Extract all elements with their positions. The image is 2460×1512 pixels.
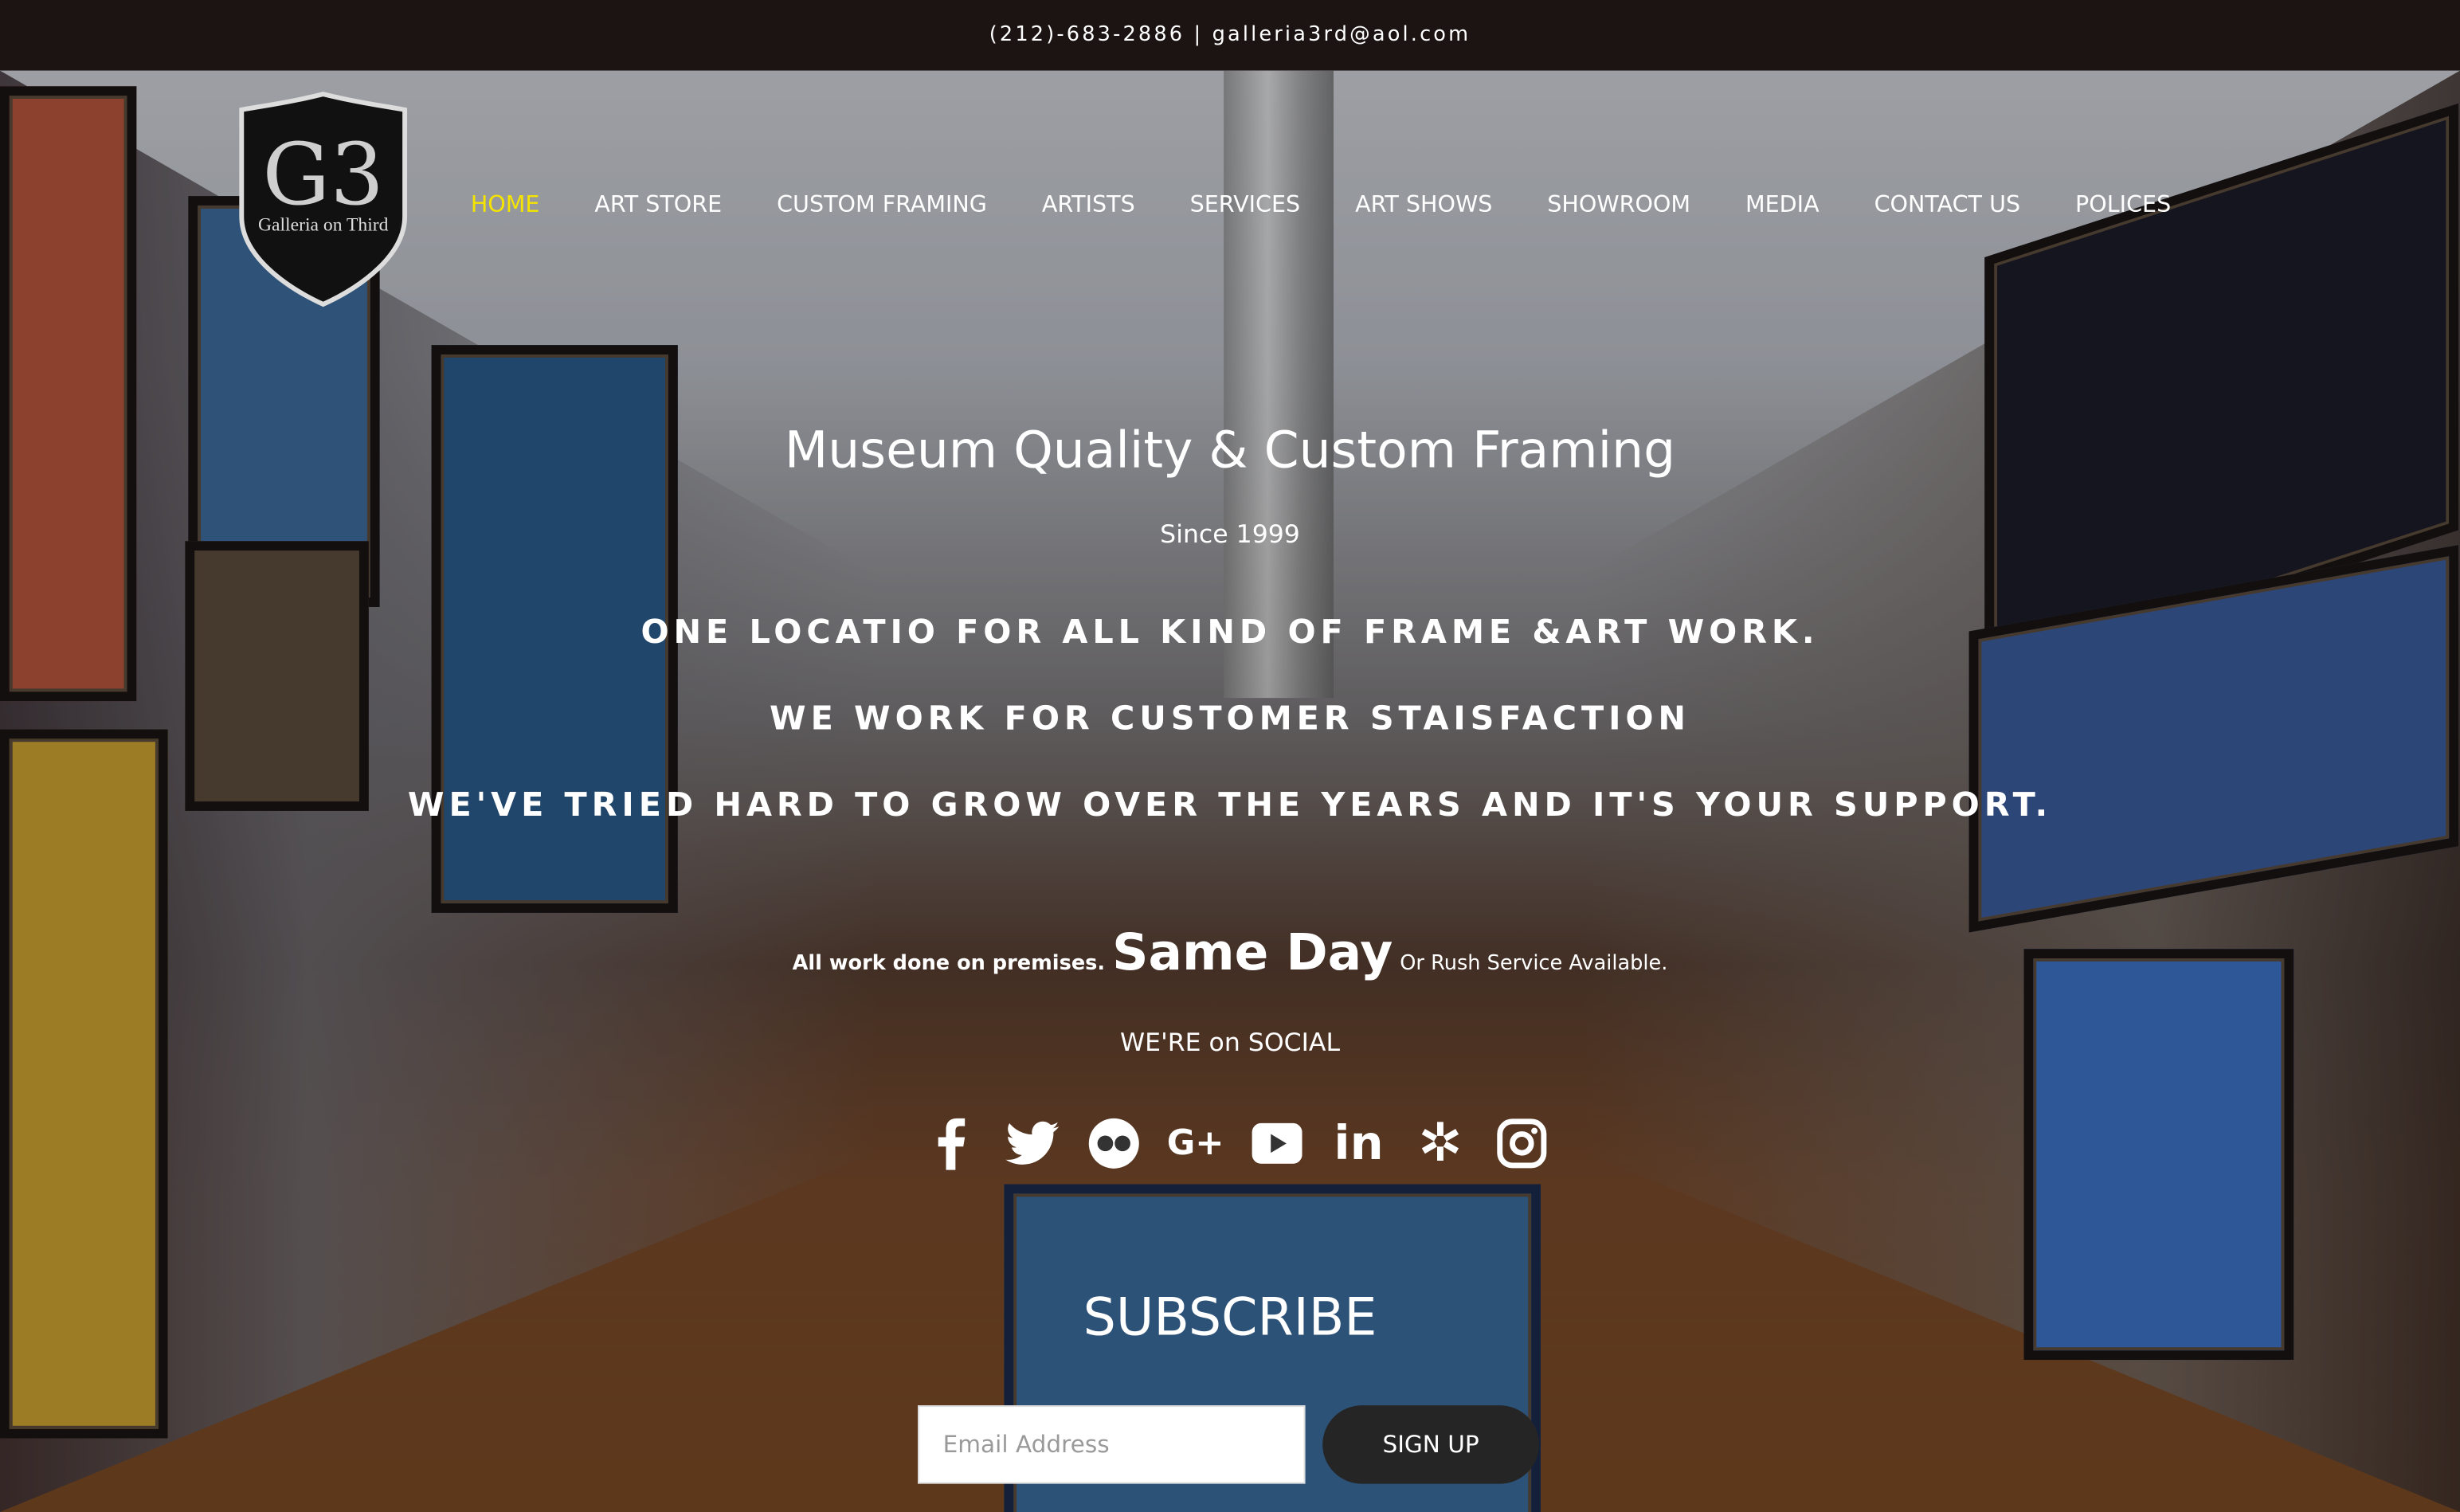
contact-bar: (212)-683-2886 | galleria3rd@aol.com — [0, 0, 2460, 71]
nav-artists[interactable]: ARTISTS — [1042, 193, 1135, 218]
email-input[interactable] — [918, 1405, 1306, 1484]
sign-up-button[interactable]: SIGN UP — [1322, 1405, 1539, 1484]
social-links: G+ in ✲ — [923, 1112, 1550, 1175]
same-day-text: Same Day — [1112, 922, 1393, 982]
nav-custom-framing[interactable]: CUSTOM FRAMING — [777, 193, 987, 218]
premises-text: All work done on premises. — [792, 952, 1106, 976]
nav-contact-us[interactable]: CONTACT US — [1874, 193, 2021, 218]
linkedin-icon[interactable]: in — [1330, 1114, 1387, 1173]
tagline-3: WE'VE TRIED HARD TO GROW OVER THE YEARS … — [407, 785, 2053, 824]
same-day-line: All work done on premises. Same Day Or R… — [0, 922, 2460, 982]
main-nav: HOME ART STORE CUSTOM FRAMING ARTISTS SE… — [471, 193, 2226, 218]
yelp-icon[interactable]: ✲ — [1412, 1112, 1468, 1175]
nav-home[interactable]: HOME — [471, 193, 540, 218]
logo-monogram: G3 — [262, 126, 384, 225]
subscribe-title: SUBSCRIBE — [1083, 1286, 1377, 1348]
social-title: WE'RE on SOCIAL — [1119, 1027, 1341, 1058]
tagline-1: ONE LOCATIO FOR ALL KIND OF FRAME &ART W… — [640, 613, 1820, 652]
galleria-logo[interactable]: G3 Galleria on Third — [238, 91, 408, 307]
youtube-icon[interactable] — [1249, 1114, 1306, 1173]
nav-media[interactable]: MEDIA — [1745, 193, 1820, 218]
flickr-icon[interactable] — [1086, 1114, 1142, 1173]
contact-info: (212)-683-2886 | galleria3rd@aol.com — [989, 23, 1471, 48]
nav-showroom[interactable]: SHOWROOM — [1547, 193, 1690, 218]
instagram-icon[interactable] — [1494, 1114, 1550, 1173]
google-plus-icon[interactable]: G+ — [1167, 1114, 1224, 1173]
twitter-icon[interactable] — [1004, 1114, 1060, 1173]
rush-text: Or Rush Service Available. — [1400, 952, 1668, 976]
since-text: Since 1999 — [1160, 519, 1300, 550]
tagline-2: WE WORK FOR CUSTOMER STAISFACTION — [770, 699, 1690, 738]
hero-title: Museum Quality & Custom Framing — [784, 420, 1676, 480]
page: (212)-683-2886 | galleria3rd@aol.com G3 … — [0, 0, 2460, 1512]
nav-art-shows[interactable]: ART SHOWS — [1355, 193, 1492, 218]
nav-polices[interactable]: POLICES — [2075, 193, 2171, 218]
nav-art-store[interactable]: ART STORE — [594, 193, 722, 218]
nav-services[interactable]: SERVICES — [1190, 193, 1301, 218]
facebook-icon[interactable] — [923, 1114, 979, 1173]
logo-name: Galleria on Third — [258, 214, 389, 235]
